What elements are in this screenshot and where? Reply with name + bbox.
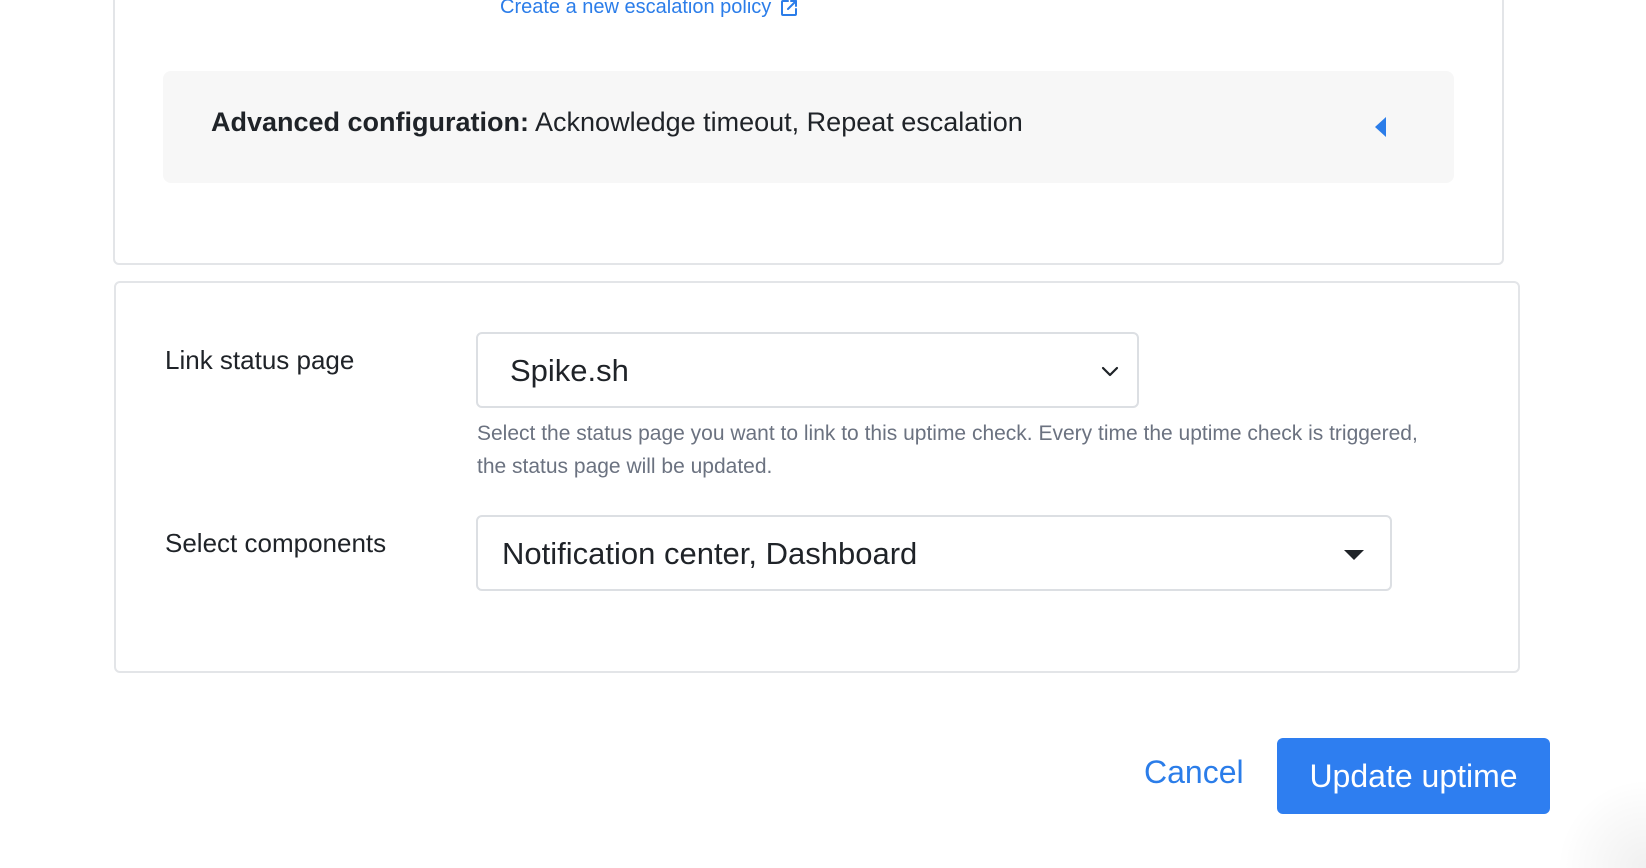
components-select[interactable]: Notification center, Dashboard <box>476 515 1392 591</box>
components-selected-value: Notification center, Dashboard <box>502 536 918 571</box>
update-uptime-button[interactable]: Update uptime <box>1277 738 1550 814</box>
status-page-selected-value: Spike.sh <box>510 353 629 388</box>
status-page-select[interactable]: Spike.sh <box>476 332 1139 408</box>
link-status-page-label: Link status page <box>165 345 355 375</box>
caret-down-icon <box>1344 550 1364 560</box>
create-escalation-policy-label: Create a new escalation policy <box>500 0 772 18</box>
advanced-configuration-summary: Advanced configuration: Acknowledge time… <box>211 107 1023 138</box>
caret-left-icon <box>1375 117 1386 137</box>
corner-shadow <box>1556 778 1646 868</box>
advanced-configuration-label: Advanced configuration: <box>211 107 530 137</box>
chevron-down-icon <box>1101 366 1119 377</box>
status-page-help-text: Select the status page you want to link … <box>477 422 1418 478</box>
cancel-button[interactable]: Cancel <box>1144 754 1244 791</box>
create-escalation-policy-link[interactable]: Create a new escalation policy <box>500 0 799 19</box>
select-components-label: Select components <box>165 528 387 558</box>
external-link-icon <box>781 0 798 16</box>
advanced-configuration-toggle[interactable]: Advanced configuration: Acknowledge time… <box>163 71 1454 183</box>
advanced-configuration-value: Acknowledge timeout, Repeat escalation <box>535 107 1023 137</box>
